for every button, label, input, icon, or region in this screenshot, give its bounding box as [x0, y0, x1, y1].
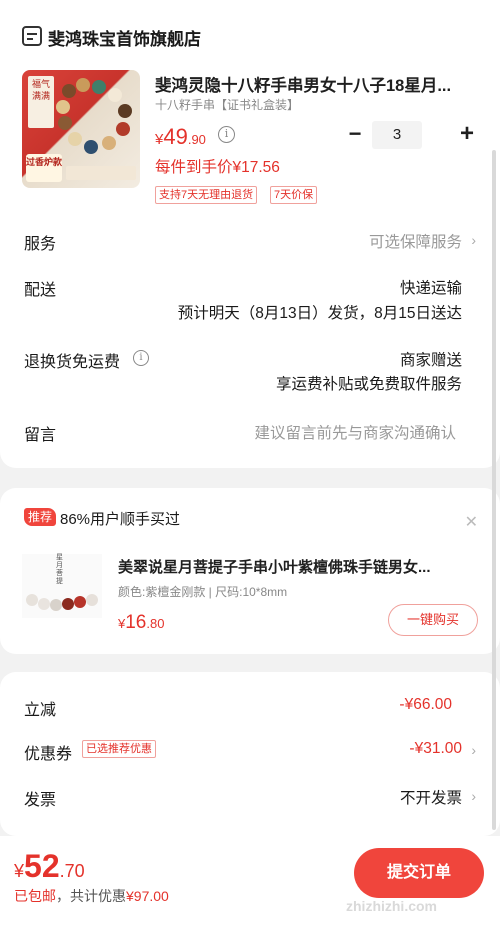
quantity-plus-button[interactable]: + [456, 121, 478, 147]
submit-order-button[interactable]: 提交订单 [354, 848, 484, 898]
scrollbar[interactable] [492, 150, 496, 830]
total-price: ¥52.70 [14, 848, 85, 884]
product-sku[interactable]: 十八籽手串【证书礼盒装】 [155, 96, 299, 113]
store-icon [22, 26, 42, 46]
note-label: 留言 [24, 427, 57, 444]
coupon-tag: 已选推荐优惠 [82, 740, 156, 758]
price-protect-chip: 7天价保 [270, 186, 318, 204]
recommend-title[interactable]: 美翠说星月菩提子手串小叶紫檀佛珠手链男女... [118, 556, 478, 577]
recommend-spec: 颜色:紫檀金刚款 | 尺码:10*8mm [118, 585, 288, 599]
service-value[interactable]: 可选保障服务 [369, 230, 462, 252]
product-image-badge: 过香炉款 [26, 154, 62, 182]
recommend-tag: 推荐 [24, 508, 57, 526]
recommend-image-label: 星月菩提 [56, 554, 63, 585]
return-shipping-detail: 享运费补贴或免费取件服务 [275, 376, 462, 393]
store-name[interactable]: 斐鸿珠宝首饰旗舰店 [48, 25, 201, 50]
product-title[interactable]: 斐鸿灵隐十八籽手串男女十八子18星月... [155, 72, 475, 96]
coupon-value[interactable]: -¥31.00 [409, 740, 462, 758]
invoice-value[interactable]: 不开发票 [400, 786, 462, 808]
chevron-right-icon[interactable]: › [471, 232, 476, 248]
product-image[interactable]: 福气满满 过香炉款 [22, 70, 140, 188]
note-input[interactable]: 建议留言前先与商家沟通确认 [254, 421, 456, 443]
delivery-method[interactable]: 快递运输 [400, 276, 462, 298]
chevron-right-icon[interactable]: › [471, 788, 476, 804]
return-policy-chip: 支持7天无理由退货 [155, 186, 258, 204]
watermark: zhizhizhi.com [346, 898, 437, 914]
service-label: 服务 [24, 236, 57, 253]
quantity-input[interactable]: 3 [372, 121, 422, 149]
one-click-buy-button[interactable]: 一键购买 [388, 604, 478, 636]
discount-value: -¥66.00 [399, 696, 452, 713]
recommend-price: ¥16.80 [118, 612, 165, 633]
per-item-price: 每件到手价¥17.56 [155, 159, 280, 176]
recommend-headline: 86%用户顺手买过 [60, 511, 181, 528]
delivery-label: 配送 [24, 282, 57, 299]
product-price: ¥49.90 [155, 124, 206, 149]
close-icon[interactable]: ✕ [465, 512, 478, 532]
quantity-minus-button[interactable]: − [346, 123, 364, 145]
recommend-product-image[interactable]: 星月菩提 [22, 554, 102, 618]
return-shipping-value: 商家赠送 [399, 352, 462, 369]
delivery-estimate: 预计明天（8月13日）发货，8月15日送达 [177, 305, 462, 322]
info-icon[interactable]: i [133, 350, 149, 366]
return-shipping-label: 退换货免运费 [24, 354, 121, 371]
discount-label: 立减 [24, 702, 57, 719]
chevron-right-icon[interactable]: › [471, 742, 476, 758]
product-image-tag: 福气满满 [28, 76, 54, 128]
invoice-label: 发票 [24, 792, 57, 809]
total-note: 已包邮，共计优惠¥97.00 [14, 888, 169, 904]
info-icon[interactable]: i [218, 126, 235, 143]
coupon-label: 优惠券 [24, 746, 73, 763]
